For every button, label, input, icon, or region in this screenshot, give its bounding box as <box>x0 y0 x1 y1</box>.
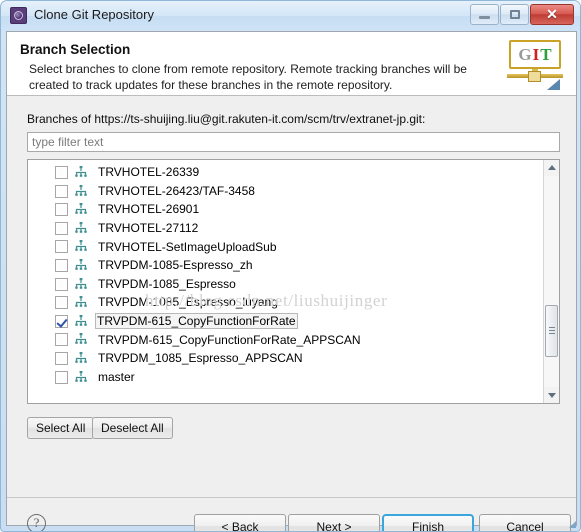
branch-label: master <box>98 369 135 384</box>
branch-checkbox[interactable] <box>55 258 68 272</box>
branch-checkbox[interactable] <box>55 296 68 310</box>
branch-label: TRVPDM_1085_Espresso_APPSCAN <box>98 351 303 366</box>
branch-list-item[interactable]: TRVHOTEL-27112 <box>28 219 543 238</box>
scroll-down-arrow-icon[interactable] <box>544 387 559 403</box>
branch-icon <box>74 296 88 309</box>
branch-icon <box>74 221 88 235</box>
dialog-client-area: Branch Selection Select branches to clon… <box>6 31 577 531</box>
deselect-all-button[interactable]: Deselect All <box>92 417 173 439</box>
scroll-up-arrow-icon[interactable] <box>544 160 559 176</box>
next-button[interactable]: Next > <box>288 514 380 531</box>
title-bar: Clone Git Repository ✕ <box>1 1 580 31</box>
branch-list-item[interactable]: TRVHOTEL-26423/TAF-3458 <box>28 182 543 201</box>
page-description: Select branches to clone from remote rep… <box>29 62 467 92</box>
branch-icon <box>74 370 88 384</box>
branch-list-item[interactable]: TRVPDM_1085_Espresso_APPSCAN <box>28 349 543 368</box>
resize-grip[interactable] <box>565 517 577 529</box>
branch-list-item[interactable]: TRVHOTEL-26901 <box>28 200 543 219</box>
branch-checkbox[interactable] <box>55 203 68 217</box>
help-icon[interactable]: ? <box>27 514 46 531</box>
footer-separator <box>7 497 576 498</box>
branch-icon <box>74 314 88 328</box>
branch-list-item[interactable]: TRVHOTEL-26339 <box>28 163 543 182</box>
branch-checkbox[interactable] <box>55 221 68 235</box>
branch-icon <box>74 184 88 198</box>
branch-checkbox[interactable] <box>55 240 68 254</box>
clone-git-repository-dialog: Clone Git Repository ✕ Branch Selection … <box>0 0 581 532</box>
branch-checkbox[interactable] <box>55 351 68 365</box>
branch-list-item[interactable]: TRVHOTEL-SetImageUploadSub <box>28 237 543 256</box>
finish-button[interactable]: Finish <box>382 514 474 531</box>
git-logo-icon: G I T <box>507 38 565 90</box>
branch-list-items: TRVHOTEL-26339 TRVHOTEL-26423/TAF-3458 TRV… <box>28 163 543 386</box>
branch-list-item[interactable]: master <box>28 368 543 387</box>
branch-list-item[interactable]: TRVPDM-1085_Espresso <box>28 275 543 294</box>
branch-label: TRVHOTEL-27112 <box>98 221 199 236</box>
scrollbar-thumb[interactable] <box>545 305 558 357</box>
git-logo-corner <box>547 79 560 90</box>
window-title: Clone Git Repository <box>34 7 154 22</box>
cancel-button[interactable]: Cancel <box>479 514 571 531</box>
branch-icon <box>74 258 88 272</box>
branch-label: TRVHOTEL-26901 <box>98 202 200 217</box>
gear-icon <box>10 7 27 24</box>
branch-list-item[interactable]: TRVPDM-615_CopyFunctionForRate <box>28 312 543 331</box>
branch-checkbox[interactable] <box>55 333 68 347</box>
git-logo-letter-i: I <box>532 45 540 64</box>
git-logo-plate: G I T <box>509 40 561 69</box>
wizard-header: Branch Selection Select branches to clon… <box>7 32 576 96</box>
branch-list-scrollbar[interactable] <box>543 160 559 403</box>
branch-checkbox[interactable] <box>55 166 68 179</box>
page-title: Branch Selection <box>20 42 131 57</box>
branch-label: TRVPDM-1085_Espresso_luyang <box>98 295 278 310</box>
branch-list-item[interactable]: TRVPDM-1085_Espresso_luyang <box>28 293 543 312</box>
back-button[interactable]: < Back <box>194 514 286 531</box>
branches-label: Branches of https://ts-shuijing.liu@git.… <box>27 112 426 126</box>
branch-list[interactable]: TRVHOTEL-26339 TRVHOTEL-26423/TAF-3458 TRV… <box>27 159 560 404</box>
branch-label: TRVPDM-615_CopyFunctionForRate_APPSCAN <box>98 332 361 347</box>
git-logo-letter-g: G <box>518 45 532 64</box>
branch-label: TRVHOTEL-26423/TAF-3458 <box>98 183 255 198</box>
branch-icon <box>74 333 88 346</box>
branch-label: TRVPDM-1085-Espresso_zh <box>98 258 253 273</box>
branch-icon <box>74 351 88 365</box>
branch-label: TRVPDM-1085_Espresso <box>98 276 236 291</box>
branch-list-item[interactable]: TRVPDM-615_CopyFunctionForRate_APPSCAN <box>28 330 543 349</box>
branch-icon <box>74 203 88 216</box>
filter-input[interactable] <box>27 132 560 152</box>
branch-label: TRVHOTEL-26339 <box>98 165 200 180</box>
branch-icon <box>74 277 88 291</box>
branch-label: TRVHOTEL-SetImageUploadSub <box>98 239 277 254</box>
branch-checkbox[interactable] <box>55 314 68 328</box>
branch-list-item[interactable]: TRVPDM-1085-Espresso_zh <box>28 256 543 275</box>
select-all-button[interactable]: Select All <box>27 417 95 439</box>
branch-checkbox[interactable] <box>55 184 68 198</box>
restore-button[interactable] <box>500 4 529 25</box>
close-button[interactable]: ✕ <box>530 4 574 25</box>
branch-checkbox[interactable] <box>55 370 68 384</box>
git-logo-letter-t: T <box>540 45 552 64</box>
branch-icon <box>74 166 88 179</box>
branch-label: TRVPDM-615_CopyFunctionForRate <box>95 313 298 330</box>
minimize-button[interactable] <box>470 4 499 25</box>
branch-checkbox[interactable] <box>55 277 68 291</box>
branch-icon <box>74 240 88 253</box>
git-logo-knob <box>528 71 541 82</box>
